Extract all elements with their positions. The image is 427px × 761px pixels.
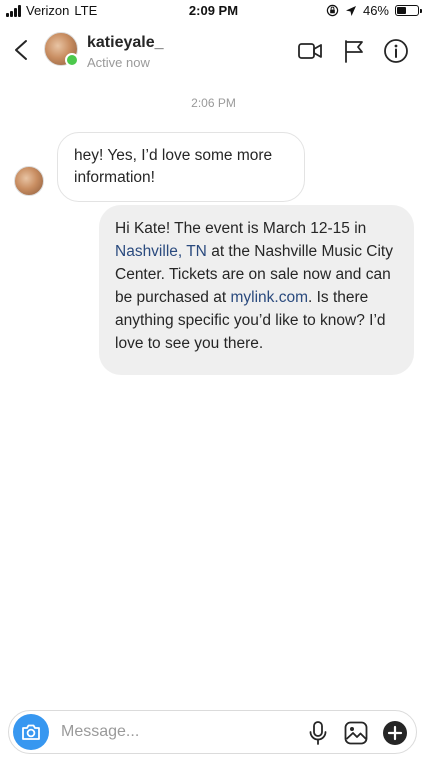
- incoming-message-text: hey! Yes, I’d love some more information…: [74, 147, 273, 186]
- gallery-icon[interactable]: [343, 720, 369, 746]
- message-input[interactable]: [61, 717, 281, 747]
- camera-button[interactable]: [13, 714, 49, 750]
- battery-icon: [395, 5, 422, 16]
- message-composer: [8, 710, 417, 754]
- info-icon[interactable]: [383, 38, 409, 64]
- battery-percent: 46%: [362, 3, 389, 18]
- location-link[interactable]: Nashville, TN: [115, 243, 207, 260]
- incoming-avatar[interactable]: [14, 166, 44, 196]
- chat-header: katieyale_ Active now: [0, 24, 427, 80]
- camera-icon: [22, 724, 40, 740]
- add-icon[interactable]: [382, 720, 408, 746]
- orientation-lock-icon: [326, 4, 339, 17]
- message-timestamp: 2:06 PM: [191, 96, 236, 110]
- location-arrow-icon: [345, 5, 356, 16]
- online-indicator: [65, 53, 79, 67]
- status-right: 46%: [326, 3, 422, 18]
- status-bar: Verizon LTE 2:09 PM 46%: [0, 0, 427, 22]
- report-flag-icon[interactable]: [341, 38, 367, 64]
- incoming-message[interactable]: hey! Yes, I’d love some more information…: [57, 132, 305, 202]
- url-link[interactable]: mylink.com: [230, 289, 308, 306]
- video-call-icon[interactable]: [297, 38, 323, 64]
- outgoing-text-part1: Hi Kate! The event is March 12-15 in: [115, 220, 367, 237]
- avatar-wrapper[interactable]: [44, 32, 79, 67]
- microphone-icon[interactable]: [305, 720, 331, 746]
- battery-fill: [397, 7, 406, 14]
- outgoing-message[interactable]: Hi Kate! The event is March 12-15 in Nas…: [99, 205, 414, 375]
- contact-username[interactable]: katieyale_: [87, 34, 164, 52]
- back-chevron-icon[interactable]: [10, 38, 34, 62]
- active-status: Active now: [87, 55, 150, 70]
